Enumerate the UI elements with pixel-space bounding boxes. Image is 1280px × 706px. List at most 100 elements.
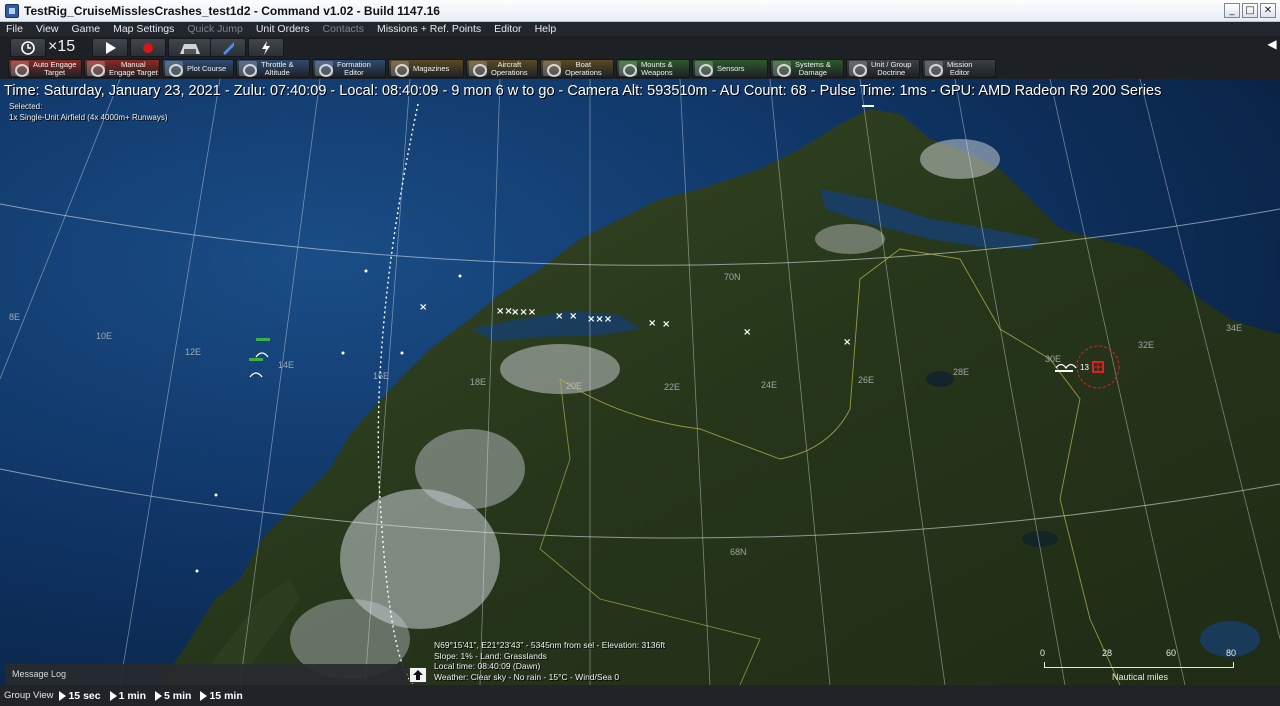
status-line: Time: Saturday, January 23, 2021 - Zulu:…	[4, 83, 1162, 99]
formation-icon	[315, 61, 333, 77]
menu-help[interactable]: Help	[535, 23, 557, 35]
longitude-label: 14E	[278, 360, 295, 370]
cursor-terrain: Slope: 1% - Land: Grasslands	[434, 650, 547, 661]
side-panel-toggle-icon[interactable]: ◀	[1266, 32, 1278, 56]
play-button[interactable]	[92, 38, 128, 57]
step-5-min-button[interactable]: 5 min	[155, 690, 191, 702]
mounts-weapons-button[interactable]: Mounts & Weapons	[616, 59, 690, 78]
cursor-coordinates: N69°15'41", E21°23'43" - 5345nm from sel…	[434, 640, 666, 650]
compass-icon	[165, 61, 183, 77]
tool-button[interactable]	[210, 38, 246, 57]
window-title: TestRig_CruiseMisslesCrashes_test1d2 - C…	[24, 3, 440, 18]
manual-engage-target-label: Manual Engage Target	[109, 59, 158, 77]
manual-engage-target-button[interactable]: Manual Engage Target	[84, 59, 160, 78]
plot-course-button[interactable]: Plot Course	[162, 59, 234, 78]
contact-count-label: 13	[1080, 363, 1089, 372]
auto-engage-target-button[interactable]: Auto Engage Target	[8, 59, 82, 78]
longitude-label: 28E	[953, 367, 970, 377]
x-marker: ×	[569, 311, 578, 322]
expand-message-log-button[interactable]	[409, 667, 427, 683]
scale-tick-label: 0	[1040, 648, 1046, 658]
latitude-label: 68N	[730, 547, 747, 557]
aircraft-icon	[469, 61, 487, 77]
step-label: 1 min	[118, 689, 147, 702]
play-step-icon	[109, 690, 117, 701]
x-marker: ×	[555, 311, 564, 322]
tactical-map[interactable]: × ×× ××× × × ××× × × × × 70N 68N 8E 10E …	[0, 79, 1280, 685]
unit-group-doctrine-button[interactable]: Unit / Group Doctrine	[846, 59, 920, 78]
step-1-min-button[interactable]: 1 min	[109, 689, 147, 702]
minimize-button[interactable]: _	[1224, 3, 1240, 18]
contact-dot	[214, 493, 218, 497]
boat-operations-label: Boat Operations	[565, 59, 602, 77]
message-log-title: Message Log	[12, 669, 67, 679]
x-marker: ×××	[511, 307, 537, 318]
unit-group-doctrine-label: Unit / Group Doctrine	[871, 59, 912, 77]
systems-damage-button[interactable]: Systems & Damage	[770, 59, 844, 78]
boat-icon	[543, 61, 561, 77]
group-view-label[interactable]: Group View	[4, 690, 53, 701]
record-button[interactable]	[130, 38, 166, 57]
longitude-label: 10E	[96, 331, 113, 341]
maximize-button[interactable]: □	[1242, 3, 1258, 18]
scale-unit-label: Nautical miles	[1112, 672, 1169, 682]
longitude-label: 16E	[373, 371, 390, 381]
longitude-label: 30E	[1045, 354, 1062, 364]
x-marker: ×××	[587, 314, 613, 325]
menu-missions-ref-points[interactable]: Missions + Ref. Points	[377, 23, 481, 35]
wrench-icon	[223, 41, 234, 55]
scale-tick-label: 80	[1226, 648, 1237, 658]
unit-toolbar: Auto Engage Target Manual Engage Target Pl…	[0, 58, 1280, 79]
menu-game[interactable]: Game	[72, 23, 101, 35]
mission-editor-button[interactable]: Mission Editor	[922, 59, 996, 78]
clock-button[interactable]	[10, 38, 46, 57]
mission-editor-label: Mission Editor	[947, 59, 973, 77]
clock-icon	[21, 40, 35, 55]
step-label: 15 sec	[68, 689, 101, 702]
boat-operations-button[interactable]: Boat Operations	[540, 59, 614, 78]
step-15-min-button[interactable]: 15 min	[200, 690, 243, 702]
step-15-sec-button[interactable]: 15 sec	[59, 689, 101, 702]
contact-dot	[364, 269, 368, 273]
magazines-button[interactable]: Magazines	[388, 59, 464, 78]
snow-field	[815, 224, 885, 254]
gauge-icon	[239, 61, 257, 77]
sensors-label: Sensors	[717, 63, 745, 73]
selected-unit: 1x Single-Unit Airfield (4x 4000m+ Runwa…	[9, 113, 168, 122]
throttle-altitude-label: Throttle & Altitude	[261, 59, 294, 77]
arrow-up-icon	[413, 670, 423, 680]
unit-marker	[256, 338, 270, 341]
bottom-bar: Group View 15 sec 1 min 5 min 15 min	[0, 685, 1280, 706]
play-icon	[106, 41, 116, 54]
menu-view[interactable]: View	[36, 23, 59, 35]
close-button[interactable]: ✕	[1260, 3, 1276, 18]
menu-editor[interactable]: Editor	[494, 23, 521, 35]
hangar-icon	[180, 43, 200, 54]
snow-field	[920, 139, 1000, 179]
menu-file[interactable]: File	[6, 23, 23, 35]
menu-contacts[interactable]: Contacts	[323, 23, 364, 35]
longitude-label: 8E	[9, 312, 21, 322]
longitude-label: 12E	[185, 347, 202, 357]
scale-bar-line	[1044, 662, 1234, 668]
command-app-window: TestRig_CruiseMisslesCrashes_test1d2 - C…	[0, 0, 1280, 706]
map-canvas[interactable]	[0, 79, 1280, 685]
play-step-icon	[155, 690, 163, 701]
sensors-button[interactable]: Sensors	[692, 59, 768, 78]
menu-map-settings[interactable]: Map Settings	[113, 23, 174, 35]
lake	[926, 371, 954, 387]
formation-editor-label: Formation Editor	[337, 59, 371, 77]
x-marker: ×	[843, 337, 852, 348]
menu-quick-jump[interactable]: Quick Jump	[187, 23, 242, 35]
lightning-button[interactable]	[248, 38, 284, 57]
contact-dot	[458, 274, 462, 278]
hangar-button[interactable]	[168, 38, 212, 57]
cursor-info-panel: N69°15'41", E21°23'43" - 5345nm from sel…	[434, 640, 665, 682]
message-log-panel[interactable]: Message Log	[5, 664, 407, 686]
menu-unit-orders[interactable]: Unit Orders	[256, 23, 310, 35]
formation-editor-button[interactable]: Formation Editor	[312, 59, 386, 78]
aircraft-operations-button[interactable]: Aircraft Operations	[466, 59, 538, 78]
throttle-altitude-button[interactable]: Throttle & Altitude	[236, 59, 310, 78]
title-bar: TestRig_CruiseMisslesCrashes_test1d2 - C…	[0, 0, 1280, 22]
document-icon	[849, 61, 867, 77]
